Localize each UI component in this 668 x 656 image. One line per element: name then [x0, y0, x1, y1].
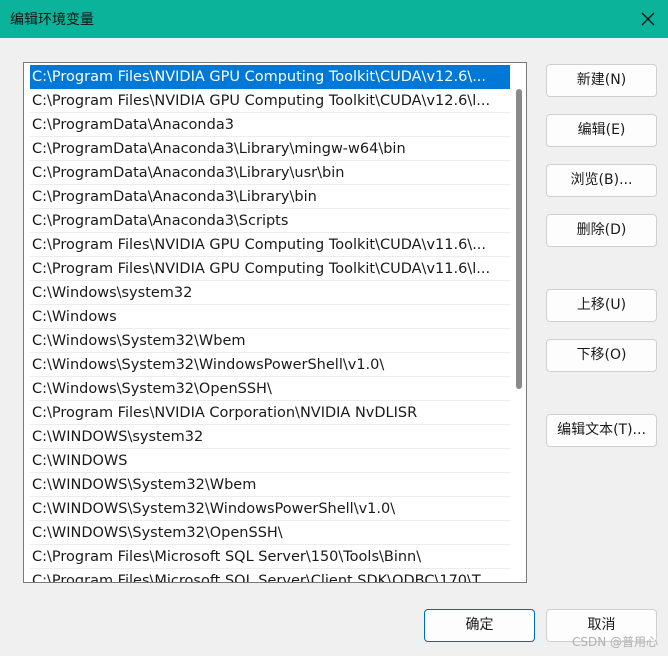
move-up-button[interactable]: 上移(U): [546, 289, 657, 322]
path-list-item[interactable]: C:\WINDOWS: [30, 449, 510, 473]
path-list-item[interactable]: C:\Windows\System32\OpenSSH\: [30, 377, 510, 401]
title-bar: 编辑环境变量: [0, 0, 668, 38]
path-list-item[interactable]: C:\Windows\System32\Wbem: [30, 329, 510, 353]
window-title: 编辑环境变量: [10, 12, 94, 28]
path-list-item[interactable]: C:\Windows\System32\WindowsPowerShell\v1…: [30, 353, 510, 377]
path-list: C:\Program Files\NVIDIA GPU Computing To…: [30, 65, 510, 582]
edit-button[interactable]: 编辑(E): [546, 114, 657, 147]
path-list-item[interactable]: C:\Program Files\NVIDIA GPU Computing To…: [30, 65, 510, 89]
close-button[interactable]: [628, 0, 668, 38]
path-list-item[interactable]: C:\Program Files\NVIDIA GPU Computing To…: [30, 257, 510, 281]
path-list-item[interactable]: C:\Program Files\NVIDIA GPU Computing To…: [30, 89, 510, 113]
path-list-item[interactable]: C:\ProgramData\Anaconda3: [30, 113, 510, 137]
path-list-item[interactable]: C:\Program Files\NVIDIA Corporation\NVID…: [30, 401, 510, 425]
path-listbox[interactable]: C:\Program Files\NVIDIA GPU Computing To…: [23, 62, 527, 583]
path-list-item[interactable]: C:\WINDOWS\system32: [30, 425, 510, 449]
path-list-item[interactable]: C:\Program Files\Microsoft SQL Server\15…: [30, 545, 510, 569]
new-button[interactable]: 新建(N): [546, 64, 657, 97]
path-list-item[interactable]: C:\WINDOWS\System32\WindowsPowerShell\v1…: [30, 497, 510, 521]
vertical-scrollbar[interactable]: [516, 89, 522, 389]
close-icon: [641, 12, 655, 26]
path-list-item[interactable]: C:\WINDOWS\System32\OpenSSH\: [30, 521, 510, 545]
path-list-item[interactable]: C:\Program Files\Microsoft SQL Server\Cl…: [30, 569, 510, 582]
path-list-item[interactable]: C:\ProgramData\Anaconda3\Library\bin: [30, 185, 510, 209]
path-list-item[interactable]: C:\ProgramData\Anaconda3\Scripts: [30, 209, 510, 233]
path-list-item[interactable]: C:\Windows: [30, 305, 510, 329]
scrollbar-thumb[interactable]: [516, 89, 522, 389]
ok-button[interactable]: 确定: [424, 609, 535, 642]
delete-button[interactable]: 删除(D): [546, 214, 657, 247]
path-list-item[interactable]: C:\ProgramData\Anaconda3\Library\usr\bin: [30, 161, 510, 185]
path-list-item[interactable]: C:\Windows\system32: [30, 281, 510, 305]
path-list-item[interactable]: C:\ProgramData\Anaconda3\Library\mingw-w…: [30, 137, 510, 161]
path-list-item[interactable]: C:\WINDOWS\System32\Wbem: [30, 473, 510, 497]
browse-button[interactable]: 浏览(B)...: [546, 164, 657, 197]
move-down-button[interactable]: 下移(O): [546, 339, 657, 372]
edit-text-button[interactable]: 编辑文本(T)...: [546, 414, 657, 447]
watermark: CSDN @普用心: [571, 635, 658, 649]
path-list-item[interactable]: C:\Program Files\NVIDIA GPU Computing To…: [30, 233, 510, 257]
